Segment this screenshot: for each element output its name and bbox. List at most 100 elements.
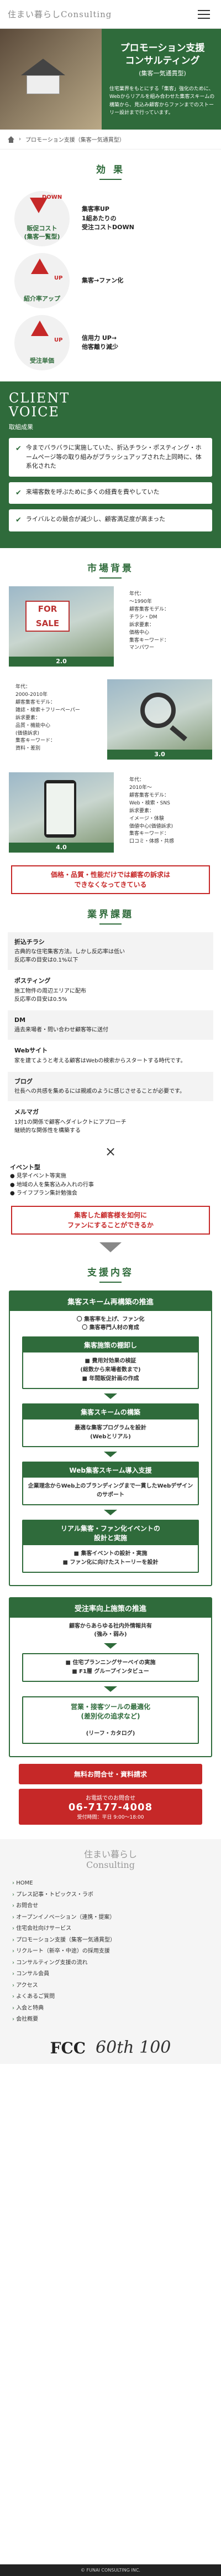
task-body: 家を建てようと考える顧客はWebの検索からスタートする時代です。 — [14, 1057, 186, 1064]
flow-sub: 顧客からあらゆる社内外情報共有 (強み・弱み) — [69, 1623, 152, 1638]
market-info: 年代： 2010年〜 顧客集客モデル： Web・検索・SNS 訴求要素： イメー… — [129, 777, 175, 845]
flow-step-body: 最適な集客プログラムを設計 (Webとリアル) — [75, 1424, 146, 1440]
check-icon: ✔ — [15, 445, 22, 453]
event-item: ● 地域の人を集客込み入れの行事 — [10, 1181, 94, 1188]
page: 住まい暮らしConsulting プロモーション支援 コンサルティング (集客一… — [0, 0, 221, 2576]
hamburger-menu-icon[interactable] — [194, 6, 213, 23]
flow-sub: 〇 集客率を上げ、ファン化 〇 集客専門人材の育成 — [76, 1316, 145, 1331]
anniversary-logo: 60th 100 — [96, 2037, 171, 2057]
market-info: 年代： 〜1990年 顧客集客モデル： チラシ・DM 訴求要素： 価格中心 集客… — [129, 591, 170, 651]
hero-title: プロモーション支援 コンサルティング — [120, 43, 205, 66]
footer-link[interactable]: プロモーション支援（集客一気通貫型） — [12, 1935, 209, 1947]
top-bar: 住まい暮らしConsulting — [0, 0, 221, 29]
hero-banner: プロモーション支援 コンサルティング (集客一気通貫型) 住宅業界をもとにする「… — [0, 29, 221, 130]
effects-title: 効 果 — [0, 162, 221, 180]
flow-step: 集客スキームの構築 最適な集客プログラムを設計 (Webとリアル) — [22, 1403, 199, 1447]
footer-link[interactable]: 入会と特典 — [12, 2003, 209, 2015]
contact-button[interactable]: 無料お問合せ・資料請求 — [19, 1763, 202, 1784]
footer-brands: FCC 60th 100 — [12, 2038, 209, 2064]
footer-link[interactable]: アクセス — [12, 1980, 209, 1992]
effect-tag: UP — [54, 337, 63, 343]
house-icon — [21, 59, 65, 94]
step-arrow-icon — [104, 1509, 117, 1515]
task-heading: 折込チラシ — [14, 938, 45, 946]
task-item: 折込チラシ 古典的な住宅集客方法。しかし反応率は低い 反応率の目安は0.1%以下 — [8, 932, 213, 970]
market-caption: 2.0 — [9, 656, 114, 667]
flow-step-head: リアル集客・ファン化イベントの 設計と実施 — [23, 1520, 198, 1545]
footer-link[interactable]: プレス記事・トピックス・ラボ — [12, 1890, 209, 1901]
footer-logo[interactable]: 住まい暮らし Consulting — [12, 1849, 209, 1870]
events-title: イベント型 — [10, 1163, 40, 1171]
magnifier-icon — [140, 692, 176, 728]
footer-link[interactable]: コンサル会員 — [12, 1969, 209, 1980]
task-item: ブログ 社長への共感を集めるには親戚のように感じさせることが必要です。 — [8, 1071, 213, 1102]
effect-tag: UP — [54, 275, 63, 281]
tel-hours: 受付時間：平日 9:00〜18:00 — [77, 1814, 144, 1820]
footer-link[interactable]: 住宅会社向けサービス — [12, 1923, 209, 1935]
home-icon[interactable] — [8, 136, 14, 143]
footer-link[interactable]: リクルート（新卒・中途）の採用支援 — [12, 1946, 209, 1958]
voice-text: 来場客数を呼ぶために多くの経費を費やしていた — [25, 488, 160, 495]
events-block: イベント型 ● 見学イベント等実施 ● 地域の人を集客込み入れの行事 ● ライフ… — [0, 1163, 221, 1198]
flow-step: Web集客スキーム導入支援 企業理念からWeb上のブランディングまで一貫したWeb… — [22, 1461, 199, 1505]
flow-step-body: 企業理念からWeb上のブランディングまで一貫したWebデザインのサポート — [28, 1483, 193, 1498]
check-icon: ✔ — [15, 516, 22, 525]
times-icon: × — [104, 1143, 117, 1159]
effect-circle-label: 販促コスト (集客一覧型) — [24, 225, 60, 240]
site-logo[interactable]: 住まい暮らしConsulting — [8, 8, 112, 20]
effect-circle-label: 紹介率アップ — [24, 295, 60, 302]
step-arrow-icon — [104, 1393, 117, 1399]
effect-tag: DOWN — [42, 194, 62, 200]
task-body: 施工物件の周辺エリアに配布 反応率の目安は0.5% — [14, 988, 86, 1003]
arrow-up-icon — [31, 259, 49, 274]
footer-link[interactable]: コンサルティング支援の流れ — [12, 1958, 209, 1969]
effect-text: 集客→ファン化 — [82, 276, 124, 284]
copyright: © FUNAI CONSULTING INC. — [0, 2564, 221, 2576]
flow-step-body: ■ 集客イベントの設計・実施 ■ ファン化に向けたストーリーを設計 — [62, 1550, 159, 1566]
task-heading: ブログ — [14, 1077, 33, 1085]
flow-step: 営業・接客ツールの最適化 (差別化の追求など) (リーフ・カタログ) — [22, 1696, 199, 1744]
voice-item: ✔ 今までバラバラに実施していた、折込チラシ・ポスティング・ホームページ等の取り組… — [9, 438, 212, 477]
voice-item: ✔ 来場客数を呼ぶために多くの経費を費やしていた — [9, 482, 212, 504]
footer-links: HOME プレス記事・トピックス・ラボ お問合せ オープンイノベーション（連携・… — [12, 1878, 209, 2026]
tasks-title: 業界課題 — [0, 906, 221, 925]
market-image: FOR SALE 2.0 — [9, 586, 114, 667]
effect-circle: DOWN 販促コスト (集客一覧型) — [14, 191, 70, 246]
step-arrow-icon — [104, 1643, 117, 1649]
flow-box-scheme: 集客スキーム再構築の推進 〇 集客率を上げ、ファン化 〇 集客専門人材の育成 集… — [9, 1290, 212, 1586]
task-heading: メルマガ — [14, 1108, 39, 1116]
market-alert: 価格・品質・性能だけでは顧客の訴求は できなくなってきている — [11, 865, 210, 894]
market-row: FOR SALE 2.0 年代： 〜1990年 顧客集客モデル： チラシ・DM … — [9, 586, 212, 669]
breadcrumb-current: プロモーション支援（集客一気通貫型） — [25, 137, 125, 143]
market-section: FOR SALE 2.0 年代： 〜1990年 顧客集客モデル： チラシ・DM … — [0, 586, 221, 855]
flow-step-body: (リーフ・カタログ) — [86, 1730, 135, 1737]
market-caption: 4.0 — [9, 842, 114, 853]
footer: 住まい暮らし Consulting HOME プレス記事・トピックス・ラボ お問… — [0, 1839, 221, 2064]
footer-link[interactable]: お問合せ — [12, 1901, 209, 1912]
footer-link[interactable]: HOME — [12, 1878, 209, 1890]
market-caption: 3.0 — [107, 749, 212, 760]
flow-step-head: 営業・接客ツールの最適化 (差別化の追求など) — [23, 1697, 198, 1725]
check-icon: ✔ — [15, 488, 22, 497]
footer-link[interactable]: よくあるご質問 — [12, 1991, 209, 2003]
phone-button[interactable]: お電話でのお問合せ 06-7177-4008 受付時間：平日 9:00〜18:0… — [19, 1788, 202, 1825]
effect-item: UP 受注単価 信用力 UP→ 他客離り減少 — [0, 312, 221, 374]
tel-number: 06-7177-4008 — [68, 1801, 153, 1813]
market-info: 年代： 2000-2010年 顧客集客モデル： 雑誌・検索＋フリーペーパー 訴求… — [15, 684, 80, 752]
client-voice-section: CLIENT VOICE 取組成果 ✔ 今までバラバラに実施していた、折込チラシ・… — [0, 381, 221, 548]
voice-text: 今までバラバラに実施していた、折込チラシ・ポスティング・ホームページ等の取り組み… — [25, 444, 202, 470]
task-body: 過去来場者・問い合わせ顧客等に送付 — [14, 1027, 108, 1034]
voice-text: ライバルとの競合が減少し、顧客満足度が高まった — [25, 515, 166, 523]
flow-step-body: ■ 住宅プランニングサーベイの実施 ■ F1層 グループインタビュー — [65, 1659, 156, 1675]
client-voice-subtitle: 取組成果 — [9, 424, 33, 431]
task-item: ポスティング 施工物件の周辺エリアに配布 反応率の目安は0.5% — [8, 971, 213, 1009]
voice-item: ✔ ライバルとの競合が減少し、顧客満足度が高まった — [9, 509, 212, 531]
task-heading: DM — [14, 1016, 26, 1024]
footer-link[interactable]: 会社概要 — [12, 2014, 209, 2026]
support-title: 支援内容 — [0, 1264, 221, 1283]
for-sale-sign: FOR SALE — [25, 600, 70, 632]
footer-link[interactable]: オープンイノベーション（連携・提案） — [12, 1912, 209, 1924]
task-item: Webサイト 家を建てようと考える顧客はWebの検索からスタートする時代です。 — [8, 1041, 213, 1071]
hero-text: 住宅業界をもとにする「集客」強化のために、Webからリアルを組み合わせた集客スキ… — [109, 86, 215, 116]
market-row: 年代： 2000-2010年 顧客集客モデル： 雑誌・検索＋フリーペーパー 訴求… — [9, 679, 212, 762]
